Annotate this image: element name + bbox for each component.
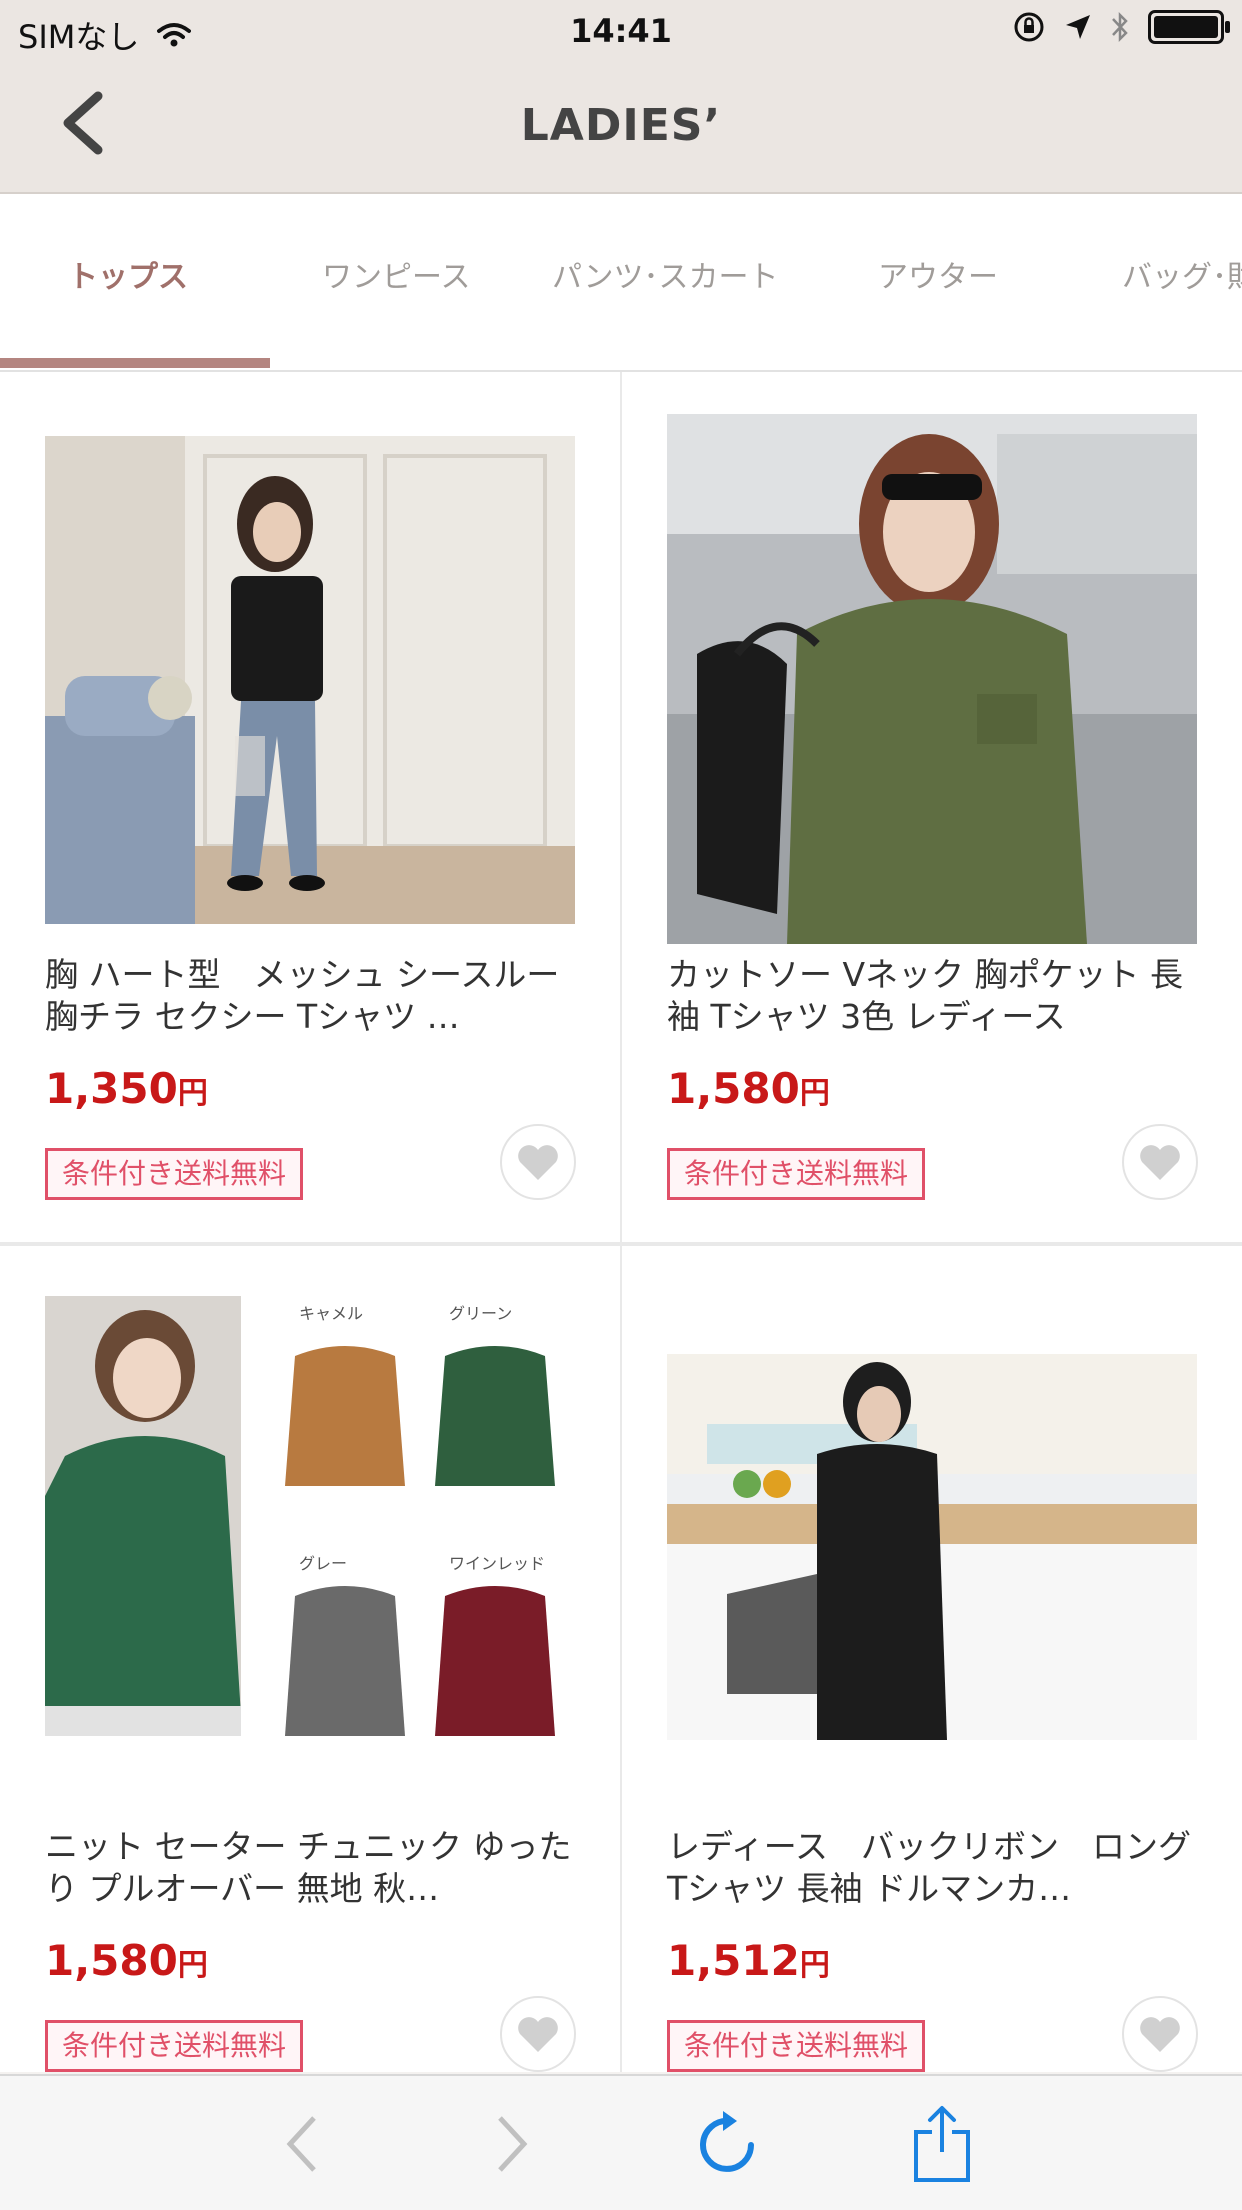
swatch-label-gray: グレー bbox=[299, 1554, 348, 1573]
favorite-button[interactable] bbox=[1122, 1124, 1198, 1200]
product-card[interactable]: 胸 ハート型 メッシュ シースルー 胸チラ セクシー Tシャツ … 1,350円… bbox=[0, 372, 620, 1242]
category-tabs: トップス ワンピース パンツ･スカート アウター バッグ･財 bbox=[0, 194, 1242, 372]
bluetooth-icon bbox=[1112, 11, 1128, 43]
product-image[interactable] bbox=[45, 436, 575, 924]
product-title[interactable]: レディース バックリボン ロングTシャツ 長袖 ドルマンカ… bbox=[667, 1826, 1207, 1910]
page-title: LADIES’ bbox=[520, 100, 722, 151]
free-shipping-badge: 条件付き送料無料 bbox=[667, 1148, 926, 1200]
favorite-button[interactable] bbox=[500, 1996, 576, 2072]
heart-icon bbox=[1140, 1145, 1180, 1180]
product-image[interactable] bbox=[667, 1354, 1197, 1740]
product-title[interactable]: ニット セーター チュニック ゆったり プルオーバー 無地 秋… bbox=[45, 1826, 585, 1910]
product-grid: 胸 ハート型 メッシュ シースルー 胸チラ セクシー Tシャツ … 1,350円… bbox=[0, 372, 1242, 2072]
product-card[interactable]: カットソー Vネック 胸ポケット 長袖 Tシャツ 3色 レディース 1,580円… bbox=[622, 372, 1242, 1242]
active-tab-indicator bbox=[0, 358, 270, 368]
swatch-label-camel: キャメル bbox=[299, 1304, 364, 1323]
product-card[interactable]: キャメル グリーン グレー ワインレッド ニット セーター チュニック ゆったり… bbox=[0, 1246, 620, 2072]
tab-tops[interactable]: トップス bbox=[68, 252, 188, 296]
product-title[interactable]: カットソー Vネック 胸ポケット 長袖 Tシャツ 3色 レディース bbox=[667, 954, 1207, 1038]
product-price: 1,350円 bbox=[45, 1064, 208, 1113]
swatch-label-wine: ワインレッド bbox=[449, 1554, 546, 1573]
product-price: 1,580円 bbox=[45, 1936, 208, 1985]
product-price: 1,580円 bbox=[667, 1064, 830, 1113]
free-shipping-badge: 条件付き送料無料 bbox=[667, 2020, 926, 2072]
share-icon bbox=[914, 2106, 970, 2182]
tab-pants-skirt[interactable]: パンツ･スカート bbox=[552, 252, 779, 296]
heart-icon bbox=[518, 2017, 558, 2052]
product-image[interactable] bbox=[667, 414, 1197, 944]
reload-button[interactable] bbox=[688, 2104, 768, 2184]
rotation-lock-icon bbox=[1014, 12, 1044, 42]
swatch-label-green: グリーン bbox=[449, 1304, 513, 1323]
reload-icon bbox=[700, 2111, 754, 2172]
location-arrow-icon bbox=[1066, 15, 1090, 39]
battery-icon bbox=[1148, 10, 1230, 44]
chevron-right-icon bbox=[498, 2116, 528, 2172]
favorite-button[interactable] bbox=[500, 1124, 576, 1200]
favorite-button[interactable] bbox=[1122, 1996, 1198, 2072]
navigation-bar: LADIES’ bbox=[0, 62, 1242, 192]
forward-button[interactable] bbox=[472, 2104, 552, 2184]
heart-icon bbox=[1140, 2017, 1180, 2052]
back-button[interactable] bbox=[262, 2104, 342, 2184]
product-price: 1,512円 bbox=[667, 1936, 830, 1985]
top-bar: SIMなし 14:41 LADIES’ bbox=[0, 0, 1242, 194]
tab-onepiece[interactable]: ワンピース bbox=[322, 252, 471, 296]
share-button[interactable] bbox=[902, 2104, 982, 2184]
free-shipping-badge: 条件付き送料無料 bbox=[45, 1148, 304, 1200]
product-title[interactable]: 胸 ハート型 メッシュ シースルー 胸チラ セクシー Tシャツ … bbox=[45, 954, 585, 1038]
product-image[interactable]: キャメル グリーン グレー ワインレッド bbox=[45, 1296, 575, 1826]
tab-bag[interactable]: バッグ･財 bbox=[1122, 252, 1242, 296]
product-card[interactable]: レディース バックリボン ロングTシャツ 長袖 ドルマンカ… 1,512円 条件… bbox=[622, 1246, 1242, 2072]
browser-toolbar bbox=[0, 2074, 1242, 2210]
chevron-left-icon bbox=[286, 2116, 316, 2172]
heart-icon bbox=[518, 1145, 558, 1180]
status-bar: SIMなし 14:41 bbox=[0, 0, 1242, 62]
tab-outer[interactable]: アウター bbox=[878, 252, 998, 296]
free-shipping-badge: 条件付き送料無料 bbox=[45, 2020, 304, 2072]
